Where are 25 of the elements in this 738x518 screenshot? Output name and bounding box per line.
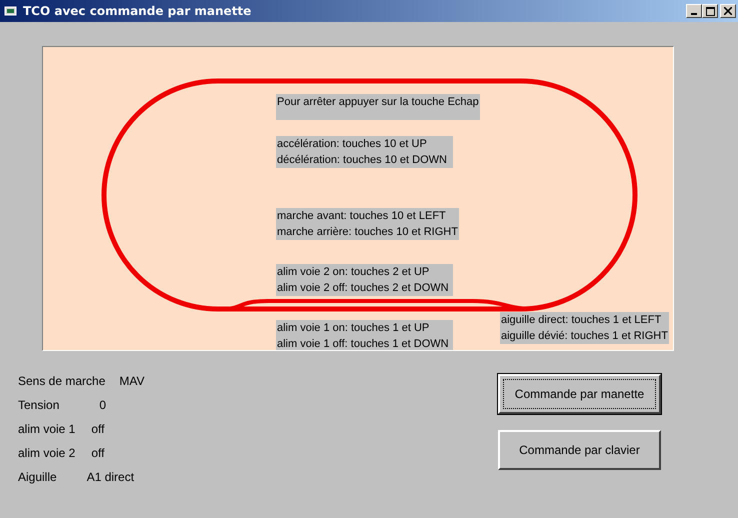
- minimize-button[interactable]: [686, 4, 702, 18]
- instruction-label: alim voie 1 on: touches 1 et UP alim voie 1 off: touches 1 et DOWN: [276, 320, 453, 350]
- instruction-label: Pour arrêter appuyer sur la touche Echap: [276, 94, 480, 120]
- maximize-icon: [706, 6, 714, 16]
- status-label: Sens de marche: [18, 374, 106, 388]
- status-label: Tension: [18, 398, 60, 412]
- status-label: alim voie 2: [18, 446, 76, 460]
- status-label: alim voie 1: [18, 422, 76, 436]
- window-title: TCO avec commande par manette: [23, 4, 252, 18]
- maximize-button[interactable]: [702, 4, 718, 18]
- status-value: A1 direct: [86, 470, 134, 484]
- instruction-label: accélération: touches 10 et UP décélération: touches 10 et DOWN: [276, 136, 453, 168]
- status-value: 0: [99, 398, 106, 412]
- instruction-label: aiguille direct: touches 1 et LEFT aiguille dévié: touches 1 et RIGHT: [500, 312, 669, 344]
- status-label: Aiguille: [18, 470, 57, 484]
- command-button[interactable]: Commande par clavier: [498, 430, 661, 470]
- command-button[interactable]: Commande par manette: [498, 374, 661, 414]
- status-value: off: [91, 446, 104, 460]
- window-icon: [4, 5, 18, 17]
- instruction-label: alim voie 2 on: touches 2 et UP alim voie 2 off: touches 2 et DOWN: [276, 264, 453, 296]
- close-icon: [724, 7, 732, 15]
- status-value: MAV: [119, 374, 145, 388]
- status-value: off: [91, 422, 104, 436]
- instruction-label: marche avant: touches 10 et LEFT marche arrière: touches 10 et RIGHT: [276, 208, 459, 240]
- close-button[interactable]: [720, 4, 736, 18]
